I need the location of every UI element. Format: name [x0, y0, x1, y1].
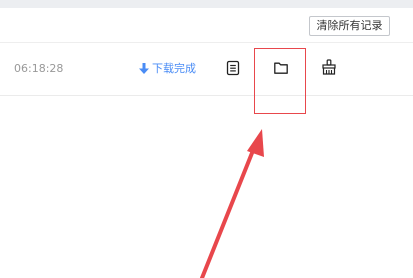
download-arrow-icon	[139, 63, 149, 74]
downloads-toolbar: 清除所有记录	[0, 8, 413, 43]
download-time: 06:18:28	[14, 62, 64, 75]
top-strip	[0, 0, 413, 8]
download-status-text: 下载完成	[152, 62, 196, 75]
annotation-highlight-box	[254, 48, 306, 114]
download-row: 06:18:28 下载完成	[0, 43, 413, 96]
download-status: 下载完成	[139, 61, 196, 77]
clear-all-records-button[interactable]: 清除所有记录	[309, 16, 390, 36]
broom-icon[interactable]	[321, 59, 337, 75]
document-icon[interactable]	[225, 60, 241, 76]
